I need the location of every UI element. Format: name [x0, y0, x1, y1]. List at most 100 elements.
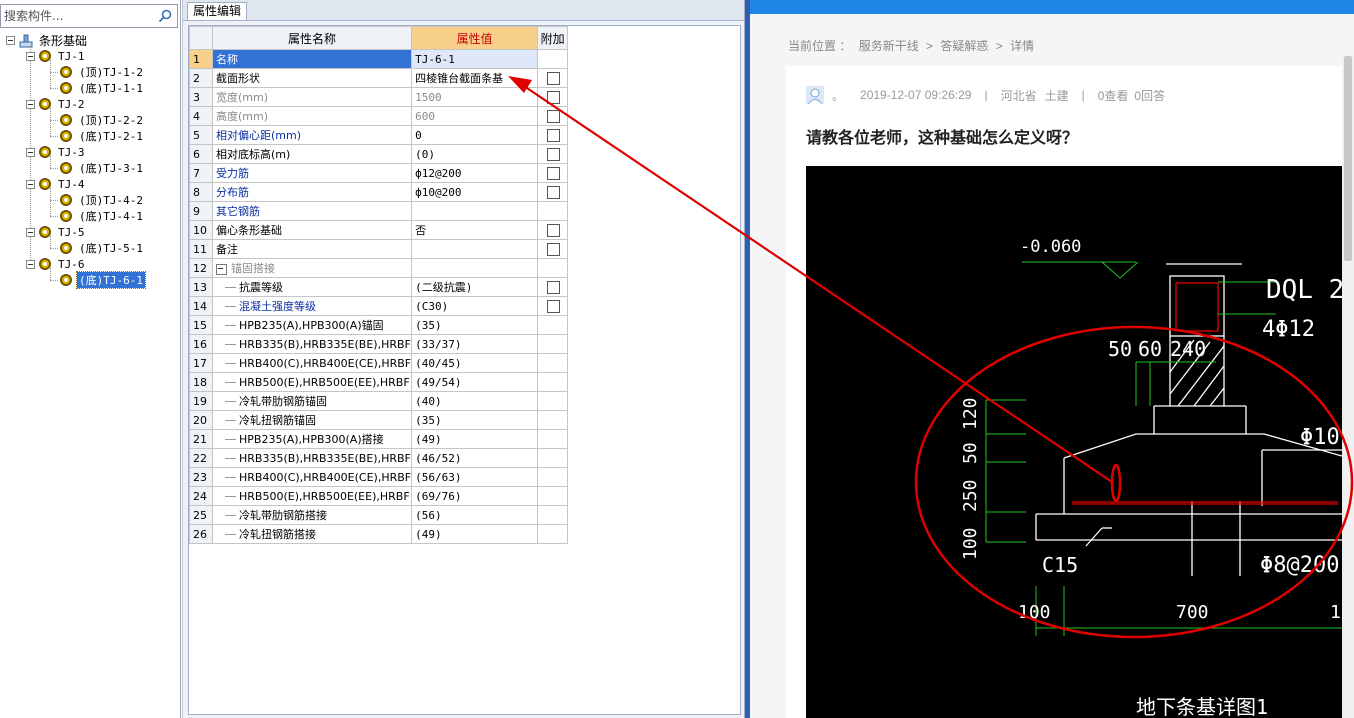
- property-row[interactable]: 20 冷轧扭钢筋锚固 (35): [189, 410, 569, 430]
- property-value-cell[interactable]: ф12@200: [411, 163, 539, 183]
- collapse-group-toggle[interactable]: [216, 263, 227, 275]
- extra-checkbox[interactable]: [547, 242, 561, 256]
- tab-property-edit[interactable]: 属性编辑: [187, 2, 248, 20]
- property-row[interactable]: 6 相对底标高(m) (0): [189, 144, 569, 164]
- extra-checkbox[interactable]: [547, 223, 561, 237]
- tree-group-tj-2[interactable]: TJ-2: [26, 96, 87, 112]
- property-value-cell[interactable]: (69/76): [411, 486, 539, 506]
- tree-root[interactable]: 条形基础: [6, 32, 89, 48]
- header-extra[interactable]: 附加: [537, 26, 569, 50]
- extra-checkbox[interactable]: [547, 128, 561, 142]
- property-row[interactable]: 11 备注: [189, 239, 569, 259]
- collapse-toggle[interactable]: [26, 99, 35, 109]
- property-row[interactable]: 15 HPB235(A),HPB300(A)锚固 (35): [189, 315, 569, 335]
- property-value-cell[interactable]: (56): [411, 505, 539, 525]
- property-value-cell[interactable]: 0: [411, 125, 539, 145]
- header-property-value[interactable]: 属性值: [411, 26, 539, 50]
- collapse-toggle[interactable]: [26, 179, 35, 189]
- property-row[interactable]: 2 截面形状 四棱锥台截面条基: [189, 68, 569, 88]
- property-row[interactable]: 16 HRB335(B),HRB335E(BE),HRBF (33/37): [189, 334, 569, 354]
- tree-item[interactable]: (底)TJ-1-1: [60, 80, 145, 96]
- tree-item[interactable]: (顶)TJ-4-2: [60, 192, 145, 208]
- user-name[interactable]: 。: [832, 87, 844, 104]
- property-row[interactable]: 14 混凝土强度等级 (C30): [189, 296, 569, 316]
- tree-item[interactable]: (顶)TJ-1-2: [60, 64, 145, 80]
- property-row[interactable]: 19 冷轧带肋钢筋锚固 (40): [189, 391, 569, 411]
- tree-item[interactable]: (底)TJ-5-1: [60, 240, 145, 256]
- property-value-cell[interactable]: [411, 239, 539, 259]
- property-row[interactable]: 17 HRB400(C),HRB400E(CE),HRBF (40/45): [189, 353, 569, 373]
- property-value-cell[interactable]: ф10@200: [411, 182, 539, 202]
- property-value-cell[interactable]: (40): [411, 391, 539, 411]
- search-button[interactable]: [153, 5, 177, 27]
- extra-checkbox[interactable]: [547, 280, 561, 294]
- collapse-toggle[interactable]: [26, 147, 35, 157]
- breadcrumb-link-qa[interactable]: 答疑解惑: [940, 39, 988, 53]
- property-row[interactable]: 1 名称 TJ-6-1: [189, 49, 569, 69]
- property-row[interactable]: 4 高度(mm) 600: [189, 106, 569, 126]
- scroll-thumb[interactable]: [1344, 56, 1352, 261]
- property-value-cell[interactable]: (0): [411, 144, 539, 164]
- property-value-cell[interactable]: (33/37): [411, 334, 539, 354]
- cad-drawing-image[interactable]: -0.060 DQL 2 4Φ12 50 60 240 120 50 250 1…: [806, 166, 1342, 718]
- property-value-cell[interactable]: (56/63): [411, 467, 539, 487]
- property-value-cell[interactable]: TJ-6-1: [411, 49, 539, 69]
- property-value-cell[interactable]: [411, 201, 539, 221]
- property-value-cell[interactable]: 四棱锥台截面条基: [411, 68, 539, 88]
- tree-item[interactable]: (底)TJ-6-1: [60, 271, 146, 289]
- property-value-cell[interactable]: [411, 258, 539, 278]
- property-row[interactable]: 24 HRB500(E),HRB500E(EE),HRBF (69/76): [189, 486, 569, 506]
- tree-item[interactable]: (底)TJ-4-1: [60, 208, 145, 224]
- property-value-cell[interactable]: (二级抗震): [411, 277, 539, 297]
- property-value-cell[interactable]: 600: [411, 106, 539, 126]
- tree-group-tj-5[interactable]: TJ-5: [26, 224, 87, 240]
- search-input[interactable]: [1, 5, 154, 27]
- avatar[interactable]: [806, 86, 824, 105]
- property-value-cell[interactable]: 否: [411, 220, 539, 240]
- extra-checkbox[interactable]: [547, 185, 561, 199]
- tree-group-tj-6[interactable]: TJ-6: [26, 256, 87, 272]
- property-row[interactable]: 3 宽度(mm) 1500: [189, 87, 569, 107]
- property-value-cell[interactable]: (40/45): [411, 353, 539, 373]
- property-row[interactable]: 22 HRB335(B),HRB335E(BE),HRBF (46/52): [189, 448, 569, 468]
- extra-checkbox[interactable]: [547, 147, 561, 161]
- property-value-cell[interactable]: (49): [411, 429, 539, 449]
- property-value-cell[interactable]: (46/52): [411, 448, 539, 468]
- breadcrumb-link-service[interactable]: 服务新干线: [859, 39, 919, 53]
- collapse-toggle[interactable]: [26, 227, 35, 237]
- collapse-toggle[interactable]: [26, 259, 35, 269]
- tree-group-tj-1[interactable]: TJ-1: [26, 48, 87, 64]
- property-row[interactable]: 8 分布筋 ф10@200: [189, 182, 569, 202]
- property-row[interactable]: 21 HPB235(A),HPB300(A)搭接 (49): [189, 429, 569, 449]
- property-value-cell[interactable]: (35): [411, 315, 539, 335]
- collapse-toggle[interactable]: [6, 35, 15, 45]
- property-row[interactable]: 23 HRB400(C),HRB400E(CE),HRBF (56/63): [189, 467, 569, 487]
- extra-checkbox[interactable]: [547, 166, 561, 180]
- collapse-toggle[interactable]: [26, 51, 35, 61]
- property-row[interactable]: 18 HRB500(E),HRB500E(EE),HRBF (49/54): [189, 372, 569, 392]
- property-value-cell[interactable]: (49/54): [411, 372, 539, 392]
- tree-item[interactable]: (底)TJ-3-1: [60, 160, 145, 176]
- property-row[interactable]: 13 抗震等级 (二级抗震): [189, 277, 569, 297]
- property-row[interactable]: 5 相对偏心距(mm) 0: [189, 125, 569, 145]
- property-row[interactable]: 9 其它钢筋: [189, 201, 569, 221]
- extra-checkbox[interactable]: [547, 299, 561, 313]
- extra-checkbox[interactable]: [547, 109, 561, 123]
- property-value-cell[interactable]: (49): [411, 524, 539, 544]
- extra-checkbox[interactable]: [547, 71, 561, 85]
- property-row[interactable]: 7 受力筋 ф12@200: [189, 163, 569, 183]
- tree-item[interactable]: (顶)TJ-2-2: [60, 112, 145, 128]
- property-value-cell[interactable]: (35): [411, 410, 539, 430]
- property-row[interactable]: 10 偏心条形基础 否: [189, 220, 569, 240]
- header-property-name[interactable]: 属性名称: [211, 26, 413, 50]
- property-value-cell[interactable]: 1500: [411, 87, 539, 107]
- tree-group-tj-3[interactable]: TJ-3: [26, 144, 87, 160]
- tree-item[interactable]: (底)TJ-2-1: [60, 128, 145, 144]
- property-row[interactable]: 25 冷轧带肋钢筋搭接 (56): [189, 505, 569, 525]
- extra-checkbox[interactable]: [547, 90, 561, 104]
- property-row[interactable]: 26 冷轧扭钢筋搭接 (49): [189, 524, 569, 544]
- property-value-cell[interactable]: (C30): [411, 296, 539, 316]
- page-scrollbar[interactable]: [1342, 56, 1354, 718]
- property-row[interactable]: 12 锚固搭接: [189, 258, 569, 278]
- tree-group-tj-4[interactable]: TJ-4: [26, 176, 87, 192]
